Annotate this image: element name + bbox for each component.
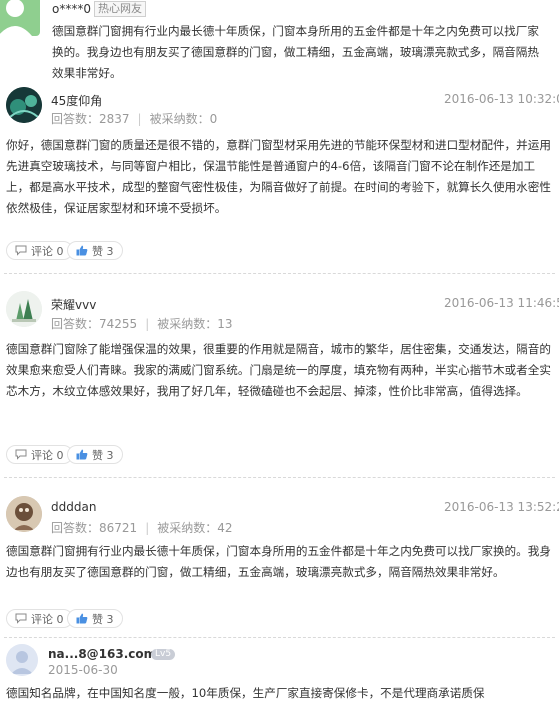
adopted-count: 被采纳数：13 (157, 317, 233, 331)
avatar[interactable] (0, 0, 40, 36)
comment-label: 评论 0 (31, 612, 64, 626)
default-user-icon (0, 0, 32, 36)
divider (4, 273, 555, 274)
answer-content: 德国知名品牌，在中国知名度一般，10年质保，生产厂家直接寄保修卡，不是代理商承诺… (6, 686, 485, 700)
level-badge: Lv5 (151, 649, 176, 660)
answer-date: 2015-06-30 (48, 663, 118, 677)
comment-label: 评论 0 (31, 244, 64, 258)
default-user-icon (6, 644, 38, 676)
thumbs-up-icon (76, 245, 88, 256)
username[interactable]: o****0 (52, 2, 91, 16)
username[interactable]: na...8@163.com (48, 647, 156, 661)
avatar-image (6, 291, 42, 327)
like-label: 赞 3 (92, 244, 114, 258)
avatar[interactable] (6, 87, 42, 123)
answer-date: 2016-06-13 11:46:59 (444, 296, 559, 310)
answer-stats: 回答数：74255 | 被采纳数：13 (51, 317, 233, 331)
like-label: 赞 3 (92, 612, 114, 626)
comment-button[interactable]: 评论 0 (6, 609, 73, 628)
answer-date: 2016-06-13 10:32:04 (444, 92, 559, 106)
avatar-image (6, 87, 42, 123)
avatar[interactable] (6, 496, 42, 532)
answer-stats: 回答数：86721 | 被采纳数：42 (51, 521, 233, 535)
answer-date: 2016-06-13 13:52:25 (444, 500, 559, 514)
comment-button[interactable]: 评论 0 (6, 241, 73, 260)
adopted-count: 被采纳数：0 (149, 112, 218, 126)
comment-label: 评论 0 (31, 448, 64, 462)
avatar[interactable] (6, 644, 38, 676)
comment-icon (15, 245, 27, 256)
divider (4, 637, 555, 638)
like-label: 赞 3 (92, 448, 114, 462)
like-button[interactable]: 赞 3 (67, 609, 123, 628)
username[interactable]: 荣耀vvv (51, 296, 96, 313)
user-badge: 热心网友 (94, 1, 146, 17)
divider (4, 477, 555, 478)
thumbs-up-icon (76, 613, 88, 624)
answer-content: 德国意群门窗拥有行业内最长德十年质保，门窗本身所用的五金件都是十年之内免费可以找… (6, 544, 551, 579)
answer-content: 你好，德国意群门窗的质量还是很不错的，意群门窗型材采用先进的节能环保型材和进口型… (6, 138, 551, 215)
comment-button[interactable]: 评论 0 (6, 445, 73, 464)
avatar-image (6, 496, 42, 532)
answer-content: 德国意群门窗拥有行业内最长德十年质保，门窗本身所用的五金件都是十年之内免费可以找… (52, 24, 539, 80)
comment-icon (15, 449, 27, 460)
avatar[interactable] (6, 291, 42, 327)
username[interactable]: ddddan (51, 500, 96, 514)
adopted-count: 被采纳数：42 (157, 521, 233, 535)
answer-count: 回答数：74255 (51, 317, 138, 331)
answer-stats: 回答数：2837 | 被采纳数：0 (51, 112, 218, 126)
answer-content: 德国意群门窗除了能增强保温的效果，很重要的作用就是隔音，城市的繁华，居住密集，交… (6, 342, 551, 398)
answer-count: 回答数：86721 (51, 521, 138, 535)
like-button[interactable]: 赞 3 (67, 241, 123, 260)
thumbs-up-icon (76, 449, 88, 460)
username[interactable]: 45度仰角 (51, 92, 102, 109)
answer-count: 回答数：2837 (51, 112, 130, 126)
like-button[interactable]: 赞 3 (67, 445, 123, 464)
comment-icon (15, 613, 27, 624)
